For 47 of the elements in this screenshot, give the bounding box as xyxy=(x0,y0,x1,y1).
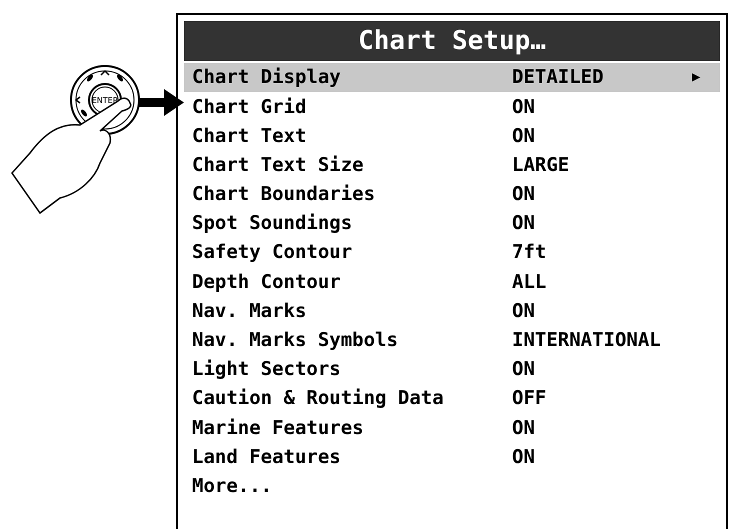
menu-title: Chart Setup… xyxy=(184,21,720,61)
menu-item[interactable]: Light Sectors ON xyxy=(184,354,720,384)
menu-item-label: Marine Features xyxy=(192,416,365,441)
menu-item-value: ALL xyxy=(512,270,548,295)
menu-item-value: ON xyxy=(512,298,536,324)
submenu-arrow: ▶ xyxy=(692,68,700,88)
menu-item-label: Chart Grid xyxy=(192,94,308,120)
menu-item-label: Chart Text xyxy=(192,124,308,149)
menu-item[interactable]: Chart Grid ON xyxy=(184,92,720,122)
menu-item-value: ON xyxy=(512,182,536,208)
menu-item[interactable]: Nav. Marks ON xyxy=(184,296,720,326)
menu-item[interactable]: Chart Text ON xyxy=(184,121,720,151)
menu-item-value: ON xyxy=(512,94,536,120)
menu-item-label: Depth Contour xyxy=(192,270,342,295)
menu-item-value: ON xyxy=(512,444,536,470)
menu-item-label: Chart Text Size xyxy=(192,152,365,178)
menu-item-label: Safety Contour xyxy=(192,240,354,266)
menu-item-label: Light Sectors xyxy=(192,357,342,382)
menu-item-label: Chart Display xyxy=(192,65,342,90)
menu-item-label: Chart Boundaries xyxy=(192,182,376,208)
enter-key-label: ENTER xyxy=(92,96,118,105)
menu-item-label: Caution & Routing Data xyxy=(192,386,445,412)
menu-item[interactable]: Caution & Routing Data OFF xyxy=(184,384,720,414)
menu-item[interactable]: Spot Soundings ON xyxy=(184,208,720,238)
menu-item-value: ON xyxy=(512,211,536,236)
menu-item[interactable]: More... xyxy=(184,472,720,501)
menu-item-value: LARGE xyxy=(512,152,570,178)
menu-item[interactable]: Land Features ON xyxy=(184,442,720,472)
menu-item-label: Spot Soundings xyxy=(192,211,354,236)
menu-item-value: DETAILED xyxy=(512,65,605,90)
menu-item-value: INTERNATIONAL xyxy=(512,328,662,354)
menu-item-value: ON xyxy=(512,357,536,382)
menu-item[interactable]: Chart Display DETAILED ▶ xyxy=(184,63,720,92)
menu-item-label: Nav. Marks xyxy=(192,298,308,324)
menu-item[interactable]: Chart Text Size LARGE xyxy=(184,150,720,180)
menu-item-value: OFF xyxy=(512,386,548,412)
menu-item-value: ON xyxy=(512,124,536,149)
menu-item[interactable]: Safety Contour 7ft xyxy=(184,238,720,268)
menu-item[interactable]: Chart Boundaries ON xyxy=(184,180,720,209)
menu-item-label: Land Features xyxy=(192,444,342,470)
menu-item-label: More... xyxy=(192,474,274,499)
menu-item[interactable]: Depth Contour ALL xyxy=(184,267,720,296)
menu-item[interactable]: Nav. Marks Symbols INTERNATIONAL xyxy=(184,326,720,355)
menu-item[interactable]: Marine Features ON xyxy=(184,413,720,442)
menu-item-value: ON xyxy=(512,416,536,441)
menu-item-label: Nav. Marks Symbols xyxy=(192,328,399,354)
menu-item-value: 7ft xyxy=(512,240,548,266)
